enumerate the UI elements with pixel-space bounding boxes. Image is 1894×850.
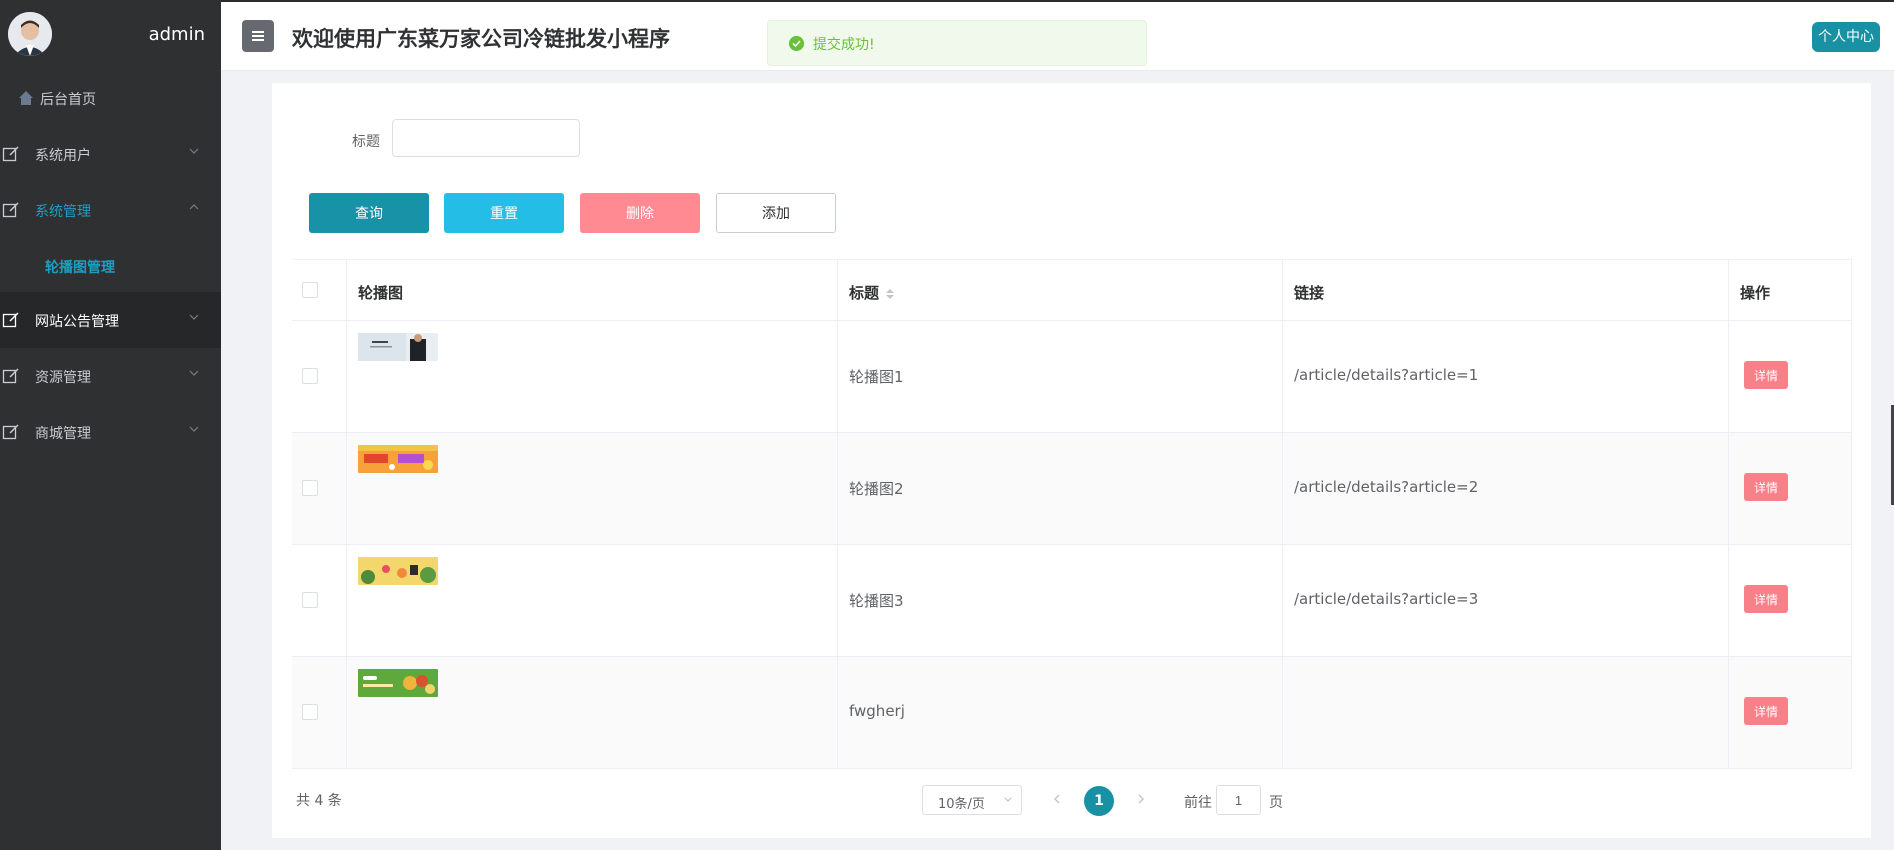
- column-header-title: 标题: [849, 284, 880, 302]
- page-title: 欢迎使用广东菜万家公司冷链批发小程序: [292, 27, 670, 51]
- check-circle-icon: [789, 36, 804, 51]
- table-header-row: 轮播图 标题 链接 操作: [292, 259, 1852, 321]
- sidebar-item-label: 后台首页: [40, 92, 96, 108]
- query-button[interactable]: 查询: [309, 193, 429, 233]
- row-checkbox[interactable]: [302, 368, 318, 384]
- page-size-value: 10条/页: [938, 797, 985, 812]
- row-title: 轮播图2: [849, 480, 904, 498]
- column-header-image: 轮播图: [358, 284, 404, 302]
- column-header-link: 链接: [1294, 284, 1325, 302]
- column-header-action: 操作: [1740, 284, 1771, 302]
- row-link: /article/details?article=1: [1294, 366, 1479, 384]
- carousel-thumbnail[interactable]: [358, 445, 438, 473]
- sidebar-item-label: 轮播图管理: [45, 260, 115, 276]
- carousel-thumbnail[interactable]: [358, 557, 438, 585]
- chevron-right-icon: [1138, 794, 1144, 804]
- select-all-checkbox[interactable]: [302, 282, 318, 298]
- page-number-current[interactable]: 1: [1084, 786, 1114, 816]
- goto-label: 前往: [1184, 795, 1212, 811]
- header-cell: 轮播图: [347, 260, 838, 320]
- sort-icon[interactable]: [885, 288, 895, 300]
- add-button[interactable]: 添加: [716, 193, 836, 233]
- detail-button[interactable]: 详情: [1744, 697, 1788, 725]
- detail-button[interactable]: 详情: [1744, 473, 1788, 501]
- sidebar-item-system-users[interactable]: 系统用户: [0, 126, 221, 182]
- table-row: 轮播图2 /article/details?article=2 详情: [292, 433, 1852, 545]
- reset-button[interactable]: 重置: [444, 193, 564, 233]
- edit-icon: [2, 312, 19, 328]
- detail-button[interactable]: 详情: [1744, 361, 1788, 389]
- row-link: /article/details?article=3: [1294, 590, 1479, 608]
- goto-page-input[interactable]: [1216, 785, 1261, 815]
- edit-icon: [2, 424, 19, 440]
- carousel-thumbnail[interactable]: [358, 669, 438, 697]
- admin-name[interactable]: admin: [149, 24, 205, 45]
- table-row: fwgherj 详情: [292, 657, 1852, 769]
- delete-button[interactable]: 删除: [580, 193, 700, 233]
- sidebar-item-system-management[interactable]: 系统管理: [0, 182, 221, 238]
- carousel-thumbnail[interactable]: [358, 333, 438, 361]
- sidebar-item-label: 系统用户: [35, 148, 91, 164]
- row-title: fwgherj: [849, 702, 905, 720]
- row-checkbox[interactable]: [302, 592, 318, 608]
- header-select-cell: [292, 260, 347, 320]
- sidebar-item-label: 网站公告管理: [35, 314, 119, 330]
- sidebar-menu: 后台首页 系统用户 系统管理 轮播图管理 网站公告管理 资源管理 商城管理: [0, 70, 221, 460]
- chevron-down-icon: [1004, 797, 1012, 802]
- sidebar-item-label: 资源管理: [35, 370, 91, 386]
- avatar-image: [8, 12, 52, 56]
- row-checkbox[interactable]: [302, 704, 318, 720]
- next-page-button[interactable]: [1136, 790, 1146, 809]
- chevron-down-icon: [189, 426, 199, 432]
- header-cell: 操作: [1729, 260, 1852, 320]
- carousel-table: 轮播图 标题 链接 操作 轮播图1 /article/details?artic…: [292, 259, 1852, 769]
- goto-suffix: 页: [1269, 795, 1283, 811]
- user-center-button[interactable]: 个人中心: [1812, 22, 1880, 52]
- row-title: 轮播图1: [849, 368, 904, 386]
- sidebar-item-home[interactable]: 后台首页: [0, 70, 221, 126]
- header-cell: 链接: [1283, 260, 1729, 320]
- content-card: 标题 查询 重置 删除 添加 轮播图 标题 链接 操作 轮播图1 /articl…: [272, 83, 1871, 838]
- sidebar-header: admin: [0, 0, 221, 70]
- success-toast: 提交成功!: [767, 20, 1147, 66]
- title-search-input[interactable]: [392, 119, 580, 157]
- chevron-up-icon: [189, 204, 199, 210]
- sidebar: admin 后台首页 系统用户 系统管理 轮播图管理 网站公告管理 资源管理 商…: [0, 0, 221, 850]
- edit-icon: [2, 368, 19, 384]
- sidebar-item-label: 系统管理: [35, 204, 91, 220]
- chevron-left-icon: [1054, 794, 1060, 804]
- page-size-select[interactable]: 10条/页: [922, 785, 1022, 815]
- avatar[interactable]: [8, 12, 52, 56]
- row-link: /article/details?article=2: [1294, 478, 1479, 496]
- sidebar-item-carousel-management[interactable]: 轮播图管理: [0, 238, 221, 292]
- edit-icon: [2, 202, 19, 218]
- row-title: 轮播图3: [849, 592, 904, 610]
- pagination-total: 共 4 条: [296, 793, 342, 809]
- edit-icon: [2, 146, 19, 162]
- sidebar-item-mall-management[interactable]: 商城管理: [0, 404, 221, 460]
- prev-page-button[interactable]: [1052, 790, 1062, 809]
- table-row: 轮播图3 /article/details?article=3 详情: [292, 545, 1852, 657]
- chevron-down-icon: [189, 314, 199, 320]
- search-label: 标题: [352, 134, 380, 150]
- sidebar-item-resource-management[interactable]: 资源管理: [0, 348, 221, 404]
- sidebar-item-label: 商城管理: [35, 426, 91, 442]
- chevron-down-icon: [189, 148, 199, 154]
- header-cell[interactable]: 标题: [838, 260, 1283, 320]
- header: 欢迎使用广东菜万家公司冷链批发小程序 提交成功! 个人中心: [221, 2, 1894, 71]
- detail-button[interactable]: 详情: [1744, 585, 1788, 613]
- chevron-down-icon: [189, 370, 199, 376]
- hamburger-icon: [252, 31, 264, 41]
- menu-toggle-button[interactable]: [242, 20, 274, 52]
- table-row: 轮播图1 /article/details?article=1 详情: [292, 321, 1852, 433]
- toast-message: 提交成功!: [813, 37, 875, 53]
- row-checkbox[interactable]: [302, 480, 318, 496]
- sidebar-item-site-announcements[interactable]: 网站公告管理: [0, 292, 221, 348]
- home-icon: [19, 91, 33, 105]
